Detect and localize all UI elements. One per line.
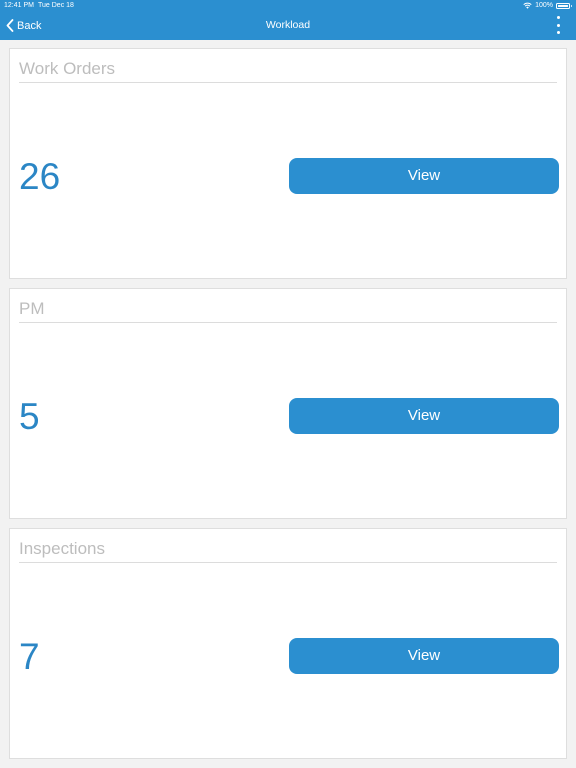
view-work-orders-button[interactable]: View (289, 158, 559, 194)
page-title: Workload (265, 19, 311, 31)
more-options-icon[interactable] (554, 16, 562, 34)
status-bar: 12:41 PM Tue Dec 18 100% (0, 0, 576, 11)
top-bar: 12:41 PM Tue Dec 18 100% Workload Back (0, 0, 576, 40)
view-pm-button[interactable]: View (289, 398, 559, 434)
battery-percent: 100% (535, 2, 553, 9)
card-inspections: Inspections 7 View (9, 528, 567, 759)
status-right: 100% (523, 0, 572, 11)
card-pm: PM 5 View (9, 288, 567, 519)
inspections-count: 7 (19, 636, 40, 677)
back-label: Back (17, 19, 42, 32)
card-title: Work Orders (19, 59, 116, 78)
status-date: Tue Dec 18 (38, 2, 74, 9)
chevron-left-icon (6, 19, 14, 32)
card-title: PM (19, 299, 45, 318)
view-inspections-button[interactable]: View (289, 638, 559, 674)
status-time: 12:41 PM (4, 2, 34, 9)
work-orders-count: 26 (19, 156, 61, 197)
wifi-icon (523, 2, 532, 9)
card-divider (19, 322, 557, 323)
back-button[interactable]: Back (6, 11, 41, 40)
pm-count: 5 (19, 396, 40, 437)
card-divider (19, 562, 557, 563)
card-title: Inspections (19, 539, 105, 558)
card-work-orders: Work Orders 26 View (9, 48, 567, 279)
battery-icon (556, 2, 572, 9)
nav-bar: Workload Back (0, 11, 576, 40)
card-divider (19, 82, 557, 83)
